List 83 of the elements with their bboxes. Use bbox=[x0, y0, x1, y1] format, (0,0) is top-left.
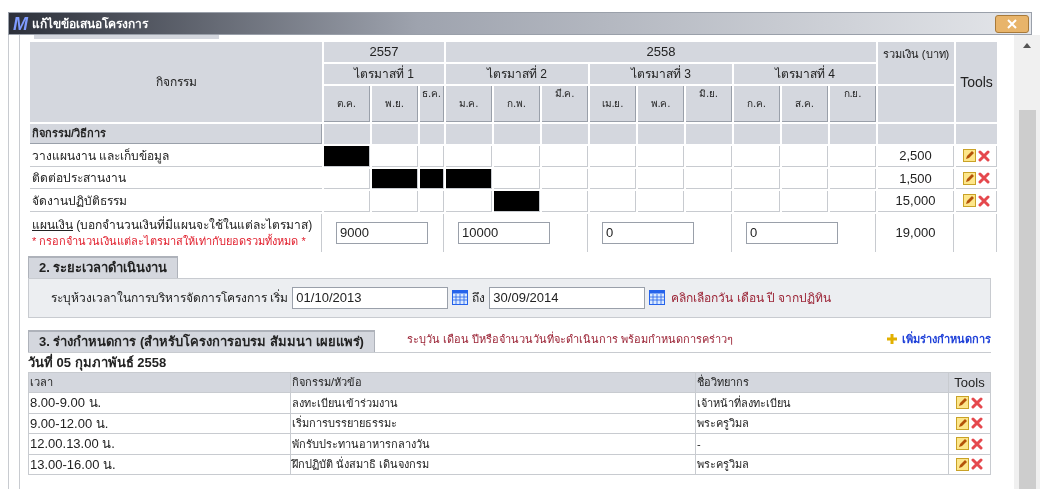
scrollbar[interactable] bbox=[1014, 35, 1040, 489]
month-header: ก.ย. bbox=[830, 86, 876, 122]
amount-input[interactable]: 0 bbox=[602, 221, 694, 244]
quarter-header: ไตรมาสที่ 3 bbox=[590, 64, 732, 84]
delete-icon[interactable] bbox=[977, 149, 990, 162]
amount-input[interactable]: 10000 bbox=[458, 221, 550, 244]
month-header: เม.ย. bbox=[590, 86, 636, 122]
to-label: ถึง bbox=[472, 289, 486, 307]
month-header: ม.ค. bbox=[446, 86, 492, 122]
end-date-field[interactable]: 30/09/2014 bbox=[489, 286, 646, 309]
amount-input[interactable]: 9000 bbox=[336, 221, 428, 244]
calendar-icon[interactable] bbox=[649, 290, 666, 305]
budget-warning: * กรอกจำนวนเงินแต่ละไตรมาสให้เท่ากับยอดรวมทั้งหมด * bbox=[32, 232, 319, 249]
close-button[interactable] bbox=[995, 14, 1029, 33]
column-header: Tools bbox=[956, 42, 997, 122]
activity-name: วางแผนงาน และเก็บข้อมูล bbox=[30, 146, 322, 167]
edit-icon[interactable] bbox=[956, 437, 969, 451]
plus-icon bbox=[886, 333, 898, 346]
month-header: ต.ค. bbox=[324, 86, 370, 122]
calendar-hint: คลิกเลือกวัน เดือน ปี จากปฏิทิน bbox=[671, 289, 832, 307]
total-cell: 2,500 bbox=[878, 146, 954, 167]
topic-cell: เริ่มการบรรยายธรรมะ bbox=[290, 413, 696, 434]
amount-input[interactable]: 0 bbox=[746, 221, 838, 244]
budget-label: แผนเงิน (บอกจำนวนเงินที่มีแผนจะใช้ในแต่ละไตรมาส) bbox=[32, 216, 314, 232]
activity-name: จัดงานปฏิบัติธรรม bbox=[30, 191, 322, 212]
delete-icon[interactable] bbox=[971, 437, 983, 450]
time-cell: 13.00-16.00 น. bbox=[28, 454, 291, 475]
time-cell: 8.00-9.00 น. bbox=[28, 392, 291, 413]
edit-icon[interactable] bbox=[962, 171, 976, 185]
month-header: ก.ค. bbox=[734, 86, 780, 122]
section-label: กิจกรรม/วิธีการ bbox=[30, 124, 322, 144]
edit-icon[interactable] bbox=[962, 194, 976, 208]
month-header: พ.ย. bbox=[372, 86, 418, 122]
add-schedule-link[interactable]: เพิ่มร่างกำหนดการ bbox=[886, 331, 991, 348]
column-header: กิจกรรม bbox=[30, 42, 322, 122]
time-cell: 12.00.13.00 น. bbox=[28, 433, 291, 454]
total-cell: 1,500 bbox=[878, 168, 954, 189]
speaker-cell: - bbox=[695, 433, 949, 454]
period-label: ระบุห้วงเวลาในการบริหารจัดการโครงการ เริ่ม bbox=[51, 288, 289, 307]
edit-icon[interactable] bbox=[956, 396, 969, 410]
column-header: เวลา bbox=[28, 372, 291, 393]
column-header: Tools bbox=[948, 372, 991, 393]
month-header: ธ.ค. bbox=[420, 86, 444, 122]
month-header: ก.พ. bbox=[494, 86, 540, 122]
year-header: 2558 bbox=[446, 42, 876, 62]
month-header: พ.ค. bbox=[638, 86, 684, 122]
speaker-cell: พระครูวิมล bbox=[695, 454, 949, 475]
speaker-cell: พระครูวิมล bbox=[695, 413, 949, 434]
activity-name: ติดต่อประสานงาน bbox=[30, 168, 322, 189]
scroll-up-icon[interactable] bbox=[1023, 43, 1031, 48]
speaker-cell: เจ้าหน้าที่ลงทะเบียน bbox=[695, 392, 949, 413]
start-date-field[interactable]: 01/10/2013 bbox=[292, 286, 449, 309]
total-cell: 19,000 bbox=[878, 213, 954, 252]
delete-icon[interactable] bbox=[971, 417, 983, 430]
schedule-hint: ระบุวัน เดือน ปีหรือจำนวนวันที่จะดำเนินการ พร้อมกำหนดการคร่าวๆ bbox=[406, 331, 734, 348]
column-header: รวมเงิน (บาท) bbox=[878, 42, 954, 84]
edit-icon[interactable] bbox=[956, 457, 969, 471]
topic-cell: ลงทะเบียนเข้าร่วมงาน bbox=[290, 392, 696, 413]
close-icon bbox=[1007, 18, 1017, 29]
topic-cell: พักรับประทานอาหารกลางวัน bbox=[290, 433, 696, 454]
delete-icon[interactable] bbox=[971, 396, 983, 409]
month-header: มิ.ย. bbox=[686, 86, 732, 122]
edit-icon[interactable] bbox=[962, 149, 976, 163]
edit-icon[interactable] bbox=[956, 416, 969, 430]
quarter-header: ไตรมาสที่ 1 bbox=[324, 64, 444, 84]
month-header: มี.ค. bbox=[542, 86, 588, 122]
delete-icon[interactable] bbox=[977, 172, 990, 185]
window-title: แก้ไขข้อเสนอโครงการ bbox=[32, 15, 148, 33]
scroll-thumb[interactable] bbox=[1018, 110, 1036, 489]
day-heading: วันที่ 05 กุมภาพันธ์ 2558 bbox=[28, 352, 168, 372]
quarter-header: ไตรมาสที่ 2 bbox=[446, 64, 588, 84]
column-header: ชื่อวิทยากร bbox=[695, 372, 949, 393]
delete-icon[interactable] bbox=[977, 194, 990, 207]
topic-cell: ฝึกปฏิบัติ นั่งสมาธิ เดินจงกรม bbox=[290, 454, 696, 475]
quarter-header: ไตรมาสที่ 4 bbox=[734, 64, 876, 84]
delete-icon[interactable] bbox=[971, 458, 983, 471]
month-header: ส.ค. bbox=[782, 86, 828, 122]
year-header: 2557 bbox=[324, 42, 444, 62]
calendar-icon[interactable] bbox=[452, 290, 469, 305]
total-cell: 15,000 bbox=[878, 191, 954, 212]
app-logo: M bbox=[12, 14, 30, 33]
column-header: กิจกรรม/หัวข้อ bbox=[290, 372, 696, 393]
time-cell: 9.00-12.00 น. bbox=[28, 413, 291, 434]
